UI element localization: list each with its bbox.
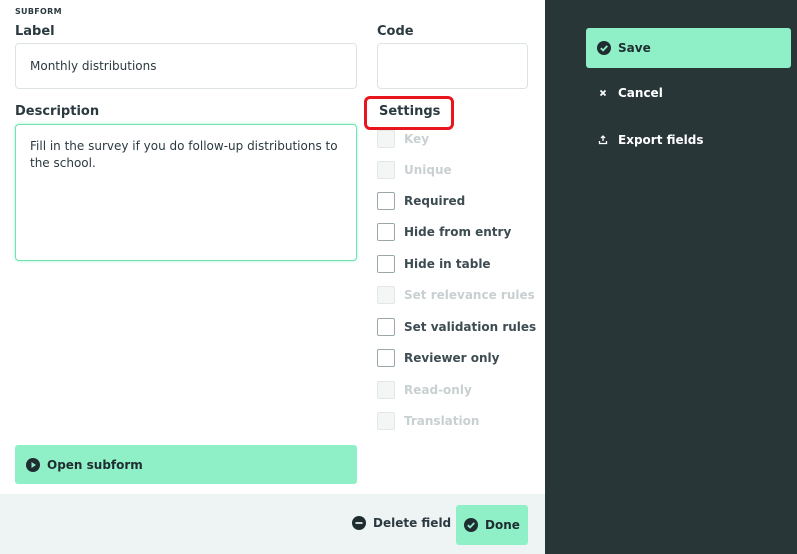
- setting-label: Required: [404, 194, 466, 208]
- setting-label: Set relevance rules: [404, 288, 535, 302]
- field-editor-panel: SUBFORM Label Monthly distributions Code…: [0, 0, 545, 554]
- save-button[interactable]: Save: [586, 28, 791, 68]
- open-subform-button[interactable]: Open subform: [15, 445, 357, 484]
- export-icon: [598, 135, 608, 145]
- setting-label: Unique: [404, 163, 452, 177]
- done-button[interactable]: Done: [456, 505, 528, 545]
- setting-checkbox[interactable]: [377, 223, 395, 241]
- check-circle-icon: [464, 518, 479, 532]
- x-icon: [598, 88, 608, 98]
- action-sidebar: [545, 0, 797, 554]
- setting-reviewer-only[interactable]: Reviewer only: [377, 348, 500, 368]
- setting-read-only: Read-only: [377, 380, 472, 400]
- cancel-label: Cancel: [618, 86, 663, 100]
- setting-set-relevance-rules: Set relevance rules: [377, 285, 535, 305]
- setting-checkbox[interactable]: [377, 255, 395, 273]
- export-fields-label: Export fields: [618, 133, 704, 147]
- setting-required[interactable]: Required: [377, 191, 465, 211]
- settings-highlight-box: [364, 96, 454, 130]
- open-subform-label: Open subform: [47, 457, 143, 472]
- setting-set-validation-rules[interactable]: Set validation rules: [377, 317, 536, 337]
- check-circle-icon: [597, 41, 611, 55]
- setting-checkbox[interactable]: [377, 349, 395, 367]
- description-input[interactable]: Fill in the survey if you do follow-up d…: [15, 124, 357, 261]
- description-title: Description: [15, 104, 100, 119]
- setting-label: Reviewer only: [404, 351, 500, 365]
- save-label: Save: [618, 41, 651, 55]
- section-tag: SUBFORM: [15, 7, 62, 16]
- label-input[interactable]: Monthly distributions: [15, 43, 357, 89]
- setting-checkbox: [377, 381, 395, 399]
- setting-checkbox: [377, 161, 395, 179]
- setting-translation: Translation: [377, 411, 479, 431]
- setting-label: Read-only: [404, 383, 472, 397]
- code-input[interactable]: [377, 43, 528, 89]
- setting-label: Set validation rules: [404, 320, 537, 334]
- code-title: Code: [377, 24, 414, 39]
- export-fields-button[interactable]: Export fields: [598, 133, 703, 147]
- setting-checkbox[interactable]: [377, 192, 395, 210]
- minus-circle-icon: [352, 516, 366, 530]
- setting-checkbox[interactable]: [377, 318, 395, 336]
- setting-label: Hide from entry: [404, 225, 512, 239]
- setting-checkbox: [377, 130, 395, 148]
- delete-field-label: Delete field: [373, 516, 452, 530]
- setting-unique: Unique: [377, 160, 452, 180]
- setting-key: Key: [377, 129, 429, 149]
- setting-label: Hide in table: [404, 257, 491, 271]
- play-circle-icon: [26, 457, 40, 472]
- label-title: Label: [15, 24, 55, 39]
- setting-checkbox: [377, 286, 395, 304]
- delete-field-button[interactable]: Delete field: [352, 516, 451, 530]
- setting-checkbox: [377, 412, 395, 430]
- cancel-button[interactable]: Cancel: [598, 86, 663, 100]
- setting-hide-from-entry[interactable]: Hide from entry: [377, 222, 511, 242]
- setting-label: Key: [404, 132, 430, 146]
- setting-hide-in-table[interactable]: Hide in table: [377, 254, 491, 274]
- setting-label: Translation: [404, 414, 480, 428]
- done-label: Done: [485, 518, 520, 532]
